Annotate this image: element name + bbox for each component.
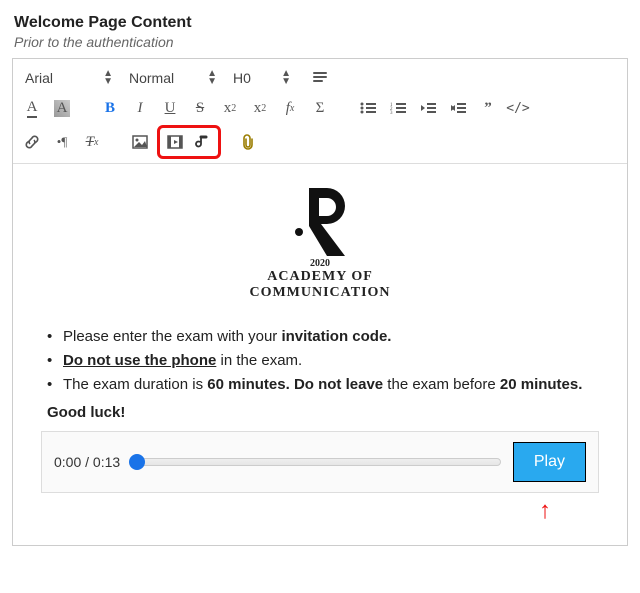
media-buttons-highlight: [157, 125, 221, 159]
annotation-arrow-icon: ↑: [41, 497, 599, 525]
logo-icon: [275, 180, 365, 260]
text-bold: invitation code.: [281, 328, 391, 345]
audio-current: 0:00: [54, 454, 81, 470]
section-subtitle: Prior to the authentication: [14, 34, 628, 50]
outdent-icon[interactable]: [415, 95, 441, 121]
image-icon[interactable]: [127, 129, 153, 155]
font-size-dropdown[interactable]: Normal ▲▼: [123, 68, 223, 88]
quote-icon[interactable]: ”: [475, 95, 501, 121]
formula-icon[interactable]: fx: [277, 95, 303, 121]
audio-seek-track[interactable]: [132, 458, 501, 466]
text: The exam duration is: [63, 376, 207, 393]
ordered-list-icon[interactable]: 123: [385, 95, 411, 121]
list-item: • The exam duration is 60 minutes. Do no…: [47, 373, 599, 397]
font-family-dropdown[interactable]: Arial ▲▼: [19, 68, 119, 88]
section-title: Welcome Page Content: [14, 14, 628, 32]
italic-icon[interactable]: I: [127, 95, 153, 121]
font-size-label: Normal: [129, 70, 199, 86]
text-bold: 60 minutes. Do not leave: [207, 376, 383, 393]
indent-icon[interactable]: [445, 95, 471, 121]
heading-dropdown[interactable]: H0 ▲▼: [227, 68, 297, 88]
font-family-label: Arial: [25, 70, 95, 86]
caret-icon: ▲▼: [207, 70, 217, 86]
bold-icon[interactable]: B: [97, 95, 123, 121]
list-item: • Please enter the exam with your invita…: [47, 325, 599, 349]
good-luck: Good luck!: [47, 401, 599, 425]
subscript-icon[interactable]: x2: [217, 95, 243, 121]
logo-year: 2020: [41, 258, 599, 269]
audio-time: 0:00 / 0:13: [54, 454, 120, 470]
svg-text:3: 3: [390, 111, 393, 115]
audio-player: 0:00 / 0:13 Play: [41, 431, 599, 493]
logo-line2: COMMUNICATION: [41, 285, 599, 301]
caret-icon: ▲▼: [103, 70, 113, 86]
strikethrough-icon[interactable]: S: [187, 95, 213, 121]
highlight-icon[interactable]: A: [49, 95, 75, 121]
special-char-icon[interactable]: •¶: [49, 129, 75, 155]
attachment-icon[interactable]: [235, 129, 261, 155]
instruction-list: • Please enter the exam with your invita…: [47, 325, 599, 425]
editor-toolbar: Arial ▲▼ Normal ▲▼ H0 ▲▼ A A B I: [13, 59, 627, 164]
caret-icon: ▲▼: [281, 70, 291, 86]
underline-icon[interactable]: U: [157, 95, 183, 121]
text-bold: 20 minutes.: [500, 376, 583, 393]
superscript-icon[interactable]: x2: [247, 95, 273, 121]
video-icon[interactable]: [162, 129, 188, 155]
editor-content[interactable]: 2020 ACADEMY OF COMMUNICATION • Please e…: [13, 164, 627, 545]
sigma-icon[interactable]: Σ: [307, 95, 333, 121]
logo-block: 2020 ACADEMY OF COMMUNICATION: [41, 180, 599, 301]
audio-seek-thumb[interactable]: [129, 454, 145, 470]
text: in the exam.: [216, 352, 302, 369]
unordered-list-icon[interactable]: [355, 95, 381, 121]
audio-total: 0:13: [93, 454, 120, 470]
text-bold-underline: Do not use the phone: [63, 352, 216, 369]
heading-label: H0: [233, 70, 273, 86]
play-button[interactable]: Play: [513, 442, 586, 482]
audio-icon[interactable]: [190, 129, 216, 155]
clear-format-icon[interactable]: Tx: [79, 129, 105, 155]
list-item: • Do not use the phone in the exam.: [47, 349, 599, 373]
code-icon[interactable]: </>: [505, 95, 531, 121]
paragraph-format-icon[interactable]: [307, 65, 333, 91]
text: the exam before: [383, 376, 500, 393]
logo-line1: ACADEMY OF: [41, 269, 599, 285]
text-color-icon[interactable]: A: [19, 95, 45, 121]
link-icon[interactable]: [19, 129, 45, 155]
rich-text-editor: Arial ▲▼ Normal ▲▼ H0 ▲▼ A A B I: [12, 58, 628, 546]
text: Please enter the exam with your: [63, 328, 281, 345]
